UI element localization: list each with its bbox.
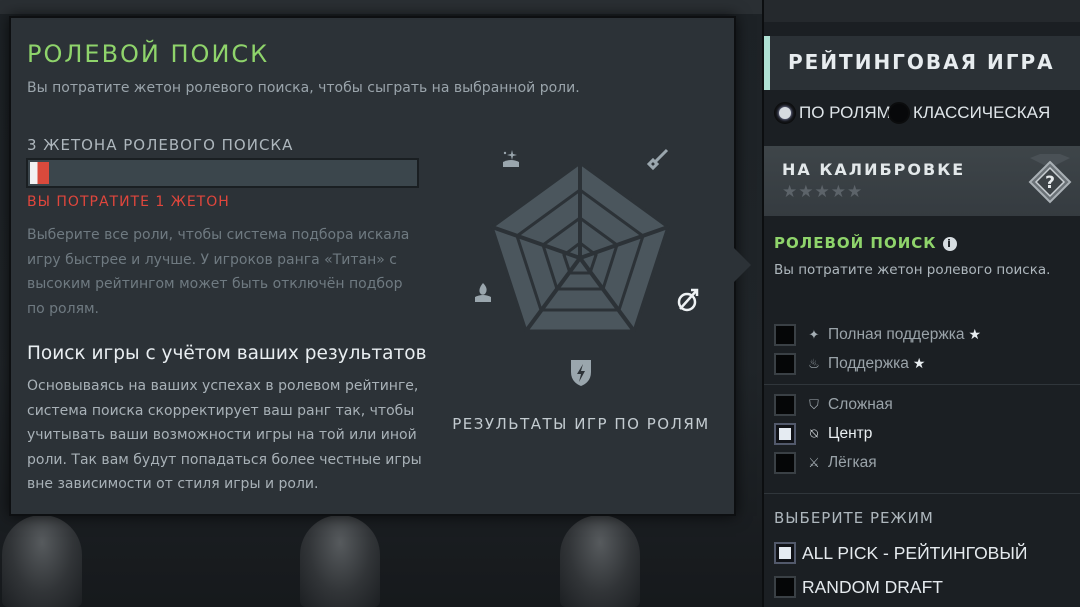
soft-support-icon <box>475 283 491 302</box>
role-label: Центр <box>828 425 873 442</box>
background-trophy <box>2 515 82 607</box>
safe-lane-icon <box>646 148 669 171</box>
ranked-header: РЕЙТИНГОВАЯ ИГРА <box>764 36 1080 90</box>
role-checkbox[interactable] <box>774 394 796 416</box>
tooltip-pointer <box>734 248 751 282</box>
performance-description: Основываясь на ваших успехах в ролевом р… <box>27 378 422 492</box>
token-spend-warning: ВЫ ПОТРАТИТЕ 1 ЖЕТОН <box>27 194 230 210</box>
role-label: Сложная <box>828 396 893 413</box>
role-label: Лёгкая <box>828 454 877 471</box>
rank-badge-mark: ? <box>1045 173 1055 193</box>
role-checkbox[interactable] <box>774 452 796 474</box>
role-hard-support[interactable]: ✦ Полная поддержка ★ <box>774 324 981 346</box>
soft-support-icon: ♨ <box>808 356 820 372</box>
role-checkbox[interactable] <box>774 353 796 375</box>
rank-badge-icon: ? <box>1028 154 1072 204</box>
role-search-tooltip: РОЛЕВОЙ ПОИСК Вы потратите жетон ролевог… <box>9 16 736 516</box>
role-results-radar <box>475 148 699 386</box>
calibration-stars: ★★★★★ <box>782 182 864 202</box>
role-mid-lane[interactable]: ⍉ Центр <box>774 423 872 445</box>
radar-caption: РЕЗУЛЬТАТЫ ИГР ПО РОЛЯМ <box>452 415 710 433</box>
ranked-header-title: РЕЙТИНГОВАЯ ИГРА <box>788 50 1055 74</box>
safe-lane-icon: ⚔ <box>808 455 820 471</box>
mode-label: ALL PICK - РЕЙТИНГОВЫЙ <box>802 542 1028 563</box>
info-icon[interactable]: i <box>942 237 957 251</box>
background-trophy <box>300 515 380 607</box>
mode-select-title: ВЫБЕРИТЕ РЕЖИМ <box>774 509 934 527</box>
role-label: Поддержка <box>828 355 909 372</box>
role-checkbox[interactable] <box>774 324 796 346</box>
hard-support-icon <box>503 150 519 167</box>
divider <box>764 493 1080 494</box>
role-off-lane[interactable]: ⛉ Сложная <box>774 394 893 416</box>
role-soft-support[interactable]: ♨ Поддержка ★ <box>774 353 925 375</box>
mode-radio-classic[interactable]: КЛАССИЧЕСКАЯ <box>888 100 1050 126</box>
off-lane-icon: ⛉ <box>809 397 819 413</box>
token-progress-fill <box>30 162 50 184</box>
mode-checkbox[interactable] <box>774 576 796 598</box>
token-progress-bar <box>26 158 419 188</box>
calibration-box: НА КАЛИБРОВКЕ ★★★★★ ? <box>764 146 1080 216</box>
radio-label: КЛАССИЧЕСКАЯ <box>913 103 1051 122</box>
token-count-label: 3 ЖЕТОНА РОЛЕВОГО ПОИСКА <box>27 136 294 154</box>
panel-edge <box>762 0 764 607</box>
star-icon: ★ <box>968 327 982 343</box>
mode-radio-roles[interactable]: ПО РОЛЯМ <box>774 100 891 126</box>
game-mode-random-draft[interactable]: RANDOM DRAFT <box>774 575 943 599</box>
radio-button[interactable] <box>774 102 796 124</box>
mode-checkbox[interactable] <box>774 542 796 564</box>
role-label: Полная поддержка <box>828 326 965 343</box>
role-search-subtitle: Вы потратите жетон ролевого поиска, чтоб… <box>27 80 580 96</box>
game-mode-all-pick[interactable]: ALL PICK - РЕЙТИНГОВЫЙ <box>774 541 1027 565</box>
star-icon: ★ <box>912 356 926 372</box>
off-lane-icon <box>571 360 591 386</box>
role-safe-lane[interactable]: ⚔ Лёгкая <box>774 452 877 474</box>
calibration-title: НА КАЛИБРОВКЕ <box>782 160 966 179</box>
radio-label: ПО РОЛЯМ <box>799 103 891 122</box>
divider <box>764 384 1080 385</box>
performance-heading: Поиск игры с учётом ваших результатов <box>27 343 427 364</box>
hard-support-icon: ✦ <box>808 327 820 343</box>
background-trophy <box>560 515 640 607</box>
role-checkbox[interactable] <box>774 423 796 445</box>
mode-label: RANDOM DRAFT <box>802 576 943 597</box>
role-search-description: Выберите все роли, чтобы система подбора… <box>27 227 410 317</box>
mid-lane-icon <box>677 288 699 312</box>
background-top-bar <box>0 0 762 14</box>
panel-top-strip <box>764 0 1080 22</box>
radio-button[interactable] <box>888 102 910 124</box>
role-search-panel-title: РОЛЕВОЙ ПОИСК i <box>774 234 957 252</box>
role-search-panel-sub: Вы потратите жетон ролевого поиска. <box>774 262 1051 278</box>
role-search-title: РОЛЕВОЙ ПОИСК <box>27 40 270 68</box>
role-search-panel-title-text: РОЛЕВОЙ ПОИСК <box>774 234 937 252</box>
mid-lane-icon: ⍉ <box>810 426 818 442</box>
radar-web <box>490 161 670 333</box>
